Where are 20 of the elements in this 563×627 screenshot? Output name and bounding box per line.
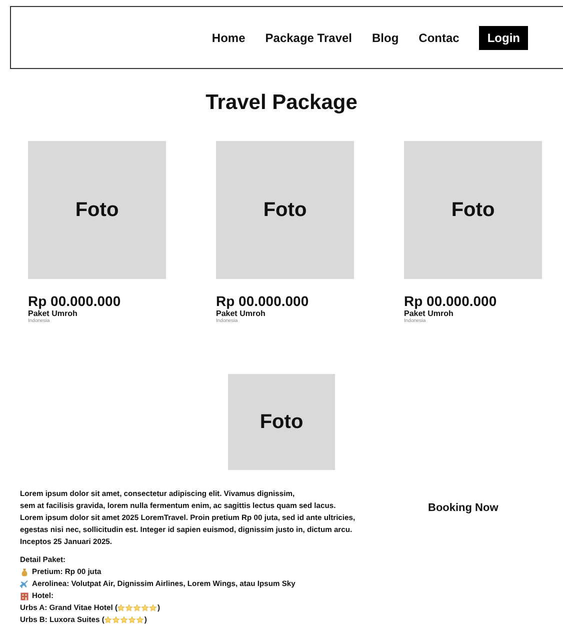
photo-label: Foto (75, 198, 119, 222)
airplane-icon (20, 580, 29, 588)
booking-link[interactable]: Booking Now (428, 502, 498, 626)
package-price: Rp 00.000.000 (28, 293, 122, 309)
photo-label: Foto (451, 198, 495, 222)
package-name: Paket Umroh (216, 309, 266, 318)
page-title: Travel Package (204, 91, 358, 115)
package-price: Rp 00.000.000 (216, 293, 310, 309)
login-button[interactable]: Login (479, 26, 528, 50)
package-name: Paket Umroh (28, 309, 78, 318)
photo-label: Foto (260, 410, 304, 434)
nav-link[interactable]: Home (212, 30, 246, 44)
photo-label: Foto (263, 198, 307, 222)
nav-link[interactable]: Blog (372, 30, 399, 44)
package-price: Rp 00.000.000 (404, 293, 498, 309)
package-name: Paket Umroh (404, 309, 454, 318)
hotel-icon (20, 592, 29, 600)
nav-link[interactable]: Package Travel (265, 30, 352, 44)
money-bag-icon (20, 568, 29, 576)
nav-link[interactable]: Contac (418, 30, 460, 44)
